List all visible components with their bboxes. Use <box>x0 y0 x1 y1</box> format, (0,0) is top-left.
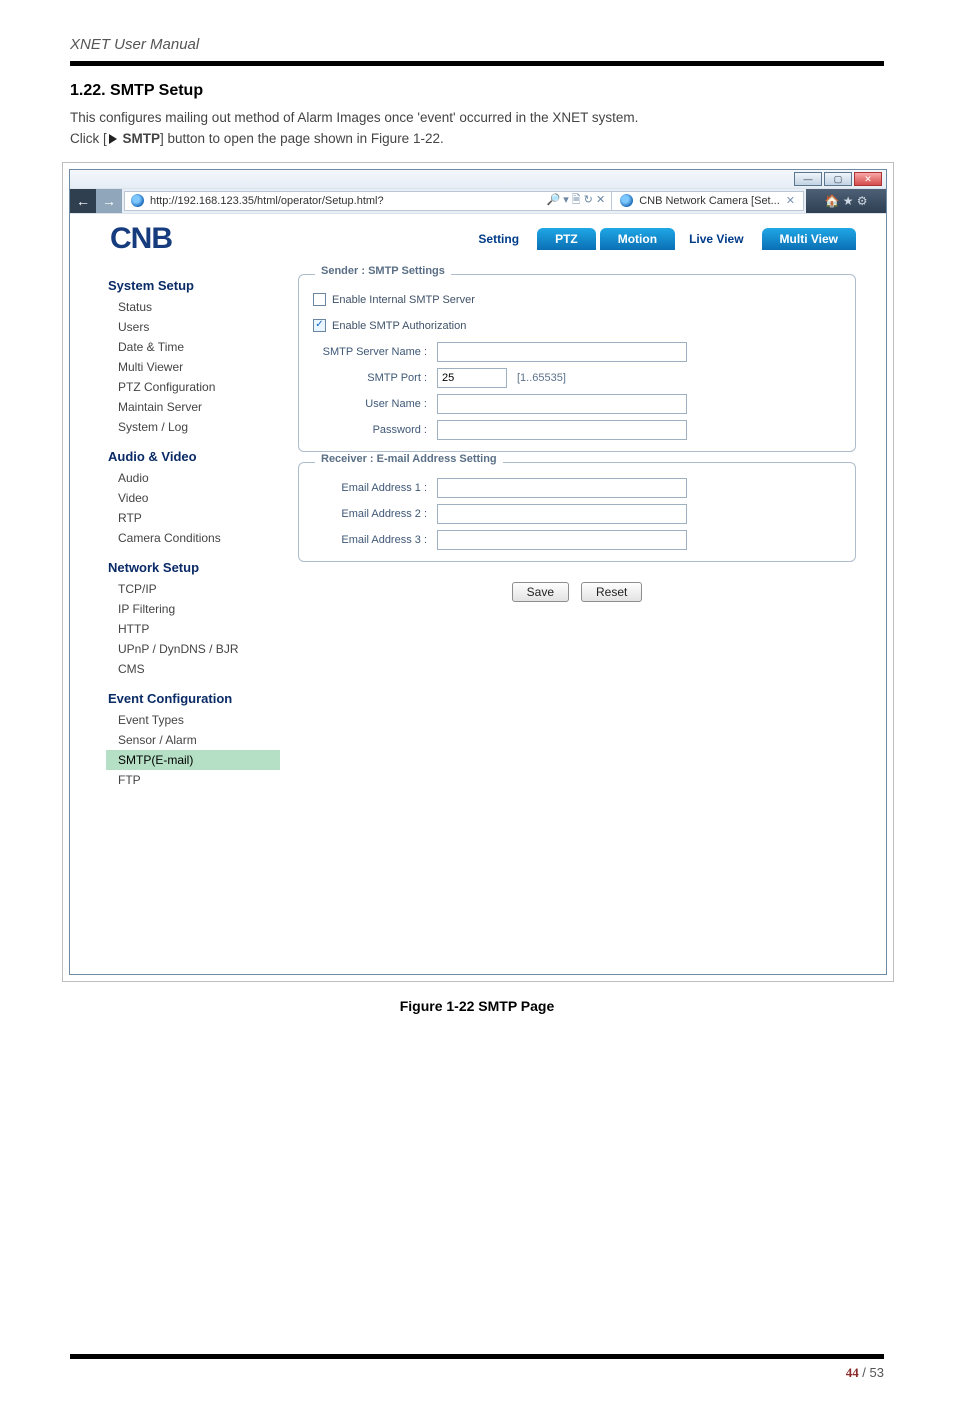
nav-ptz-config[interactable]: PTZ Configuration <box>106 377 280 397</box>
page-number: 44 / 53 <box>0 1359 954 1411</box>
nav-rtp[interactable]: RTP <box>106 508 280 528</box>
group-network-setup: Network Setup <box>108 560 280 575</box>
smtp-port-hint: [1..65535] <box>517 372 566 384</box>
nav-audio[interactable]: Audio <box>106 468 280 488</box>
nav-date-time[interactable]: Date & Time <box>106 337 280 357</box>
enable-smtp-auth-checkbox[interactable]: Enable SMTP Authorization <box>313 319 466 332</box>
email1-input[interactable] <box>437 478 687 498</box>
tab-title: CNB Network Camera [Set... <box>639 195 780 207</box>
tab-close-icon[interactable]: ✕ <box>786 194 795 207</box>
nav-status[interactable]: Status <box>106 297 280 317</box>
browser-tab-active[interactable]: CNB Network Camera [Set... ✕ <box>612 191 804 211</box>
settings-panel: Sender : SMTP Settings Enable Internal S… <box>298 266 856 790</box>
content-columns: System Setup Status Users Date & Time Mu… <box>70 266 886 790</box>
nav-live-view[interactable]: Live View <box>675 228 757 250</box>
nav-back-button[interactable]: ← <box>70 189 96 213</box>
window-close-button[interactable]: ✕ <box>854 172 882 186</box>
page-content: CNB Setting PTZ Motion Live View Multi V… <box>70 214 886 974</box>
email2-input[interactable] <box>437 504 687 524</box>
nav-ip-filtering[interactable]: IP Filtering <box>106 599 280 619</box>
nav-camera-conditions[interactable]: Camera Conditions <box>106 528 280 548</box>
ie-icon <box>620 194 633 207</box>
window-maximize-button[interactable]: ▢ <box>824 172 852 186</box>
nav-smtp-email[interactable]: SMTP(E-mail) <box>106 750 280 770</box>
action-buttons: Save Reset <box>298 572 856 608</box>
enable-smtp-auth-label: Enable SMTP Authorization <box>332 320 466 332</box>
nav-users[interactable]: Users <box>106 317 280 337</box>
email3-input[interactable] <box>437 530 687 550</box>
smtp-port-label: SMTP Port : <box>313 372 437 384</box>
browser-window: — ▢ ✕ ← → http://192.168.123.35/html/ope… <box>69 169 887 975</box>
section-number: 1.22. <box>70 82 106 99</box>
nav-setting[interactable]: Setting <box>464 228 533 250</box>
page-sep: / <box>859 1365 870 1380</box>
section-body: This configures mailing out method of Al… <box>0 102 954 150</box>
ie-icon <box>131 194 144 207</box>
nav-forward-button[interactable]: → <box>96 189 122 213</box>
nav-ftp[interactable]: FTP <box>106 770 280 790</box>
nav-multi-view[interactable]: Multi View <box>762 228 856 250</box>
browser-toolbar-right: 🏠 ★ ⚙ <box>806 189 886 213</box>
nav-system-log[interactable]: System / Log <box>106 417 280 437</box>
doc-header-title: XNET User Manual <box>0 0 954 57</box>
enable-internal-smtp-label: Enable Internal SMTP Server <box>332 294 475 306</box>
nav-maintain-server[interactable]: Maintain Server <box>106 397 280 417</box>
window-titlebar: — ▢ ✕ <box>70 170 886 188</box>
sender-legend: Sender : SMTP Settings <box>315 265 451 277</box>
figure-screenshot: — ▢ ✕ ← → http://192.168.123.35/html/ope… <box>62 162 894 982</box>
section-title: 1.22. SMTP Setup <box>0 66 954 102</box>
side-nav: System Setup Status Users Date & Time Mu… <box>106 266 280 790</box>
url-toolbar-icons: 🔎 ▾ 🗎 ↻ ✕ <box>546 191 605 210</box>
play-triangle-icon <box>109 134 117 144</box>
top-nav: CNB Setting PTZ Motion Live View Multi V… <box>70 214 886 266</box>
nav-motion[interactable]: Motion <box>600 228 675 250</box>
nav-multi-viewer[interactable]: Multi Viewer <box>106 357 280 377</box>
nav-http[interactable]: HTTP <box>106 619 280 639</box>
checkbox-unchecked-icon <box>313 293 326 306</box>
checkbox-checked-icon <box>313 319 326 332</box>
nav-sensor-alarm[interactable]: Sensor / Alarm <box>106 730 280 750</box>
body-line-2: Click [ SMTP] button to open the page sh… <box>70 129 884 150</box>
window-minimize-button[interactable]: — <box>794 172 822 186</box>
nav-upnp-dyndns-bjr[interactable]: UPnP / DynDNS / BJR <box>106 639 280 659</box>
page-total: 53 <box>870 1365 884 1380</box>
smtp-server-name-label: SMTP Server Name : <box>313 346 437 358</box>
top-nav-links: Setting PTZ Motion Live View Multi View <box>464 228 856 250</box>
nav-tcpip[interactable]: TCP/IP <box>106 579 280 599</box>
home-star-gear-icons[interactable]: 🏠 ★ ⚙ <box>824 194 867 208</box>
group-event-config: Event Configuration <box>108 691 280 706</box>
reset-button[interactable]: Reset <box>581 582 642 602</box>
figure-caption: Figure 1-22 SMTP Page <box>0 998 954 1014</box>
url-field[interactable]: http://192.168.123.35/html/operator/Setu… <box>124 191 612 211</box>
page-current: 44 <box>846 1365 859 1380</box>
url-text: http://192.168.123.35/html/operator/Setu… <box>150 195 384 207</box>
smtp-port-input[interactable] <box>437 368 507 388</box>
section-name: SMTP Setup <box>110 82 203 99</box>
email3-label: Email Address 3 : <box>313 534 437 546</box>
smtp-server-name-input[interactable] <box>437 342 687 362</box>
email2-label: Email Address 2 : <box>313 508 437 520</box>
enable-internal-smtp-checkbox[interactable]: Enable Internal SMTP Server <box>313 293 475 306</box>
smtp-user-label: User Name : <box>313 398 437 410</box>
smtp-pass-input[interactable] <box>437 420 687 440</box>
group-audio-video: Audio & Video <box>108 449 280 464</box>
email1-label: Email Address 1 : <box>313 482 437 494</box>
smtp-user-input[interactable] <box>437 394 687 414</box>
sender-fieldset: Sender : SMTP Settings Enable Internal S… <box>298 274 856 452</box>
browser-address-bar: ← → http://192.168.123.35/html/operator/… <box>70 188 886 214</box>
smtp-pass-label: Password : <box>313 424 437 436</box>
body-line-1: This configures mailing out method of Al… <box>70 108 884 129</box>
nav-cms[interactable]: CMS <box>106 659 280 679</box>
nav-ptz[interactable]: PTZ <box>537 228 596 250</box>
nav-video[interactable]: Video <box>106 488 280 508</box>
receiver-fieldset: Receiver : E-mail Address Setting Email … <box>298 462 856 562</box>
nav-event-types[interactable]: Event Types <box>106 710 280 730</box>
receiver-legend: Receiver : E-mail Address Setting <box>315 453 503 465</box>
cnb-logo: CNB <box>110 222 300 256</box>
group-system-setup: System Setup <box>108 278 280 293</box>
save-button[interactable]: Save <box>512 582 569 602</box>
